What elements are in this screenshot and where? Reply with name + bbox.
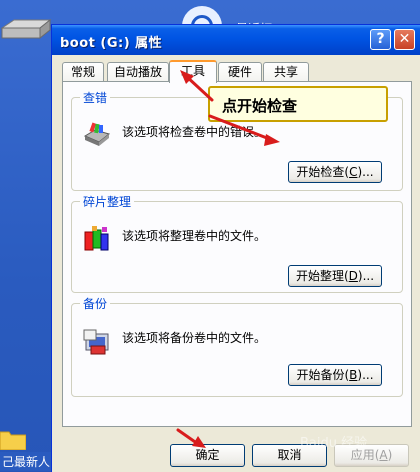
start-check-key: C xyxy=(349,165,358,179)
tab-sharing[interactable]: 共享 xyxy=(263,62,309,82)
instruction-callout: 点开始检查 xyxy=(208,86,388,122)
start-check-label: 开始检查 xyxy=(296,165,345,179)
close-button[interactable]: ✕ xyxy=(394,29,415,50)
start-defrag-button[interactable]: 开始整理(D)... xyxy=(288,265,382,287)
tab-autoplay[interactable]: 自动播放 xyxy=(107,62,169,82)
group-title-defrag: 碎片整理 xyxy=(80,193,135,210)
backup-icon xyxy=(83,329,109,355)
folder-icon[interactable] xyxy=(0,428,26,450)
ok-button[interactable]: 确定 xyxy=(170,444,245,467)
start-defrag-label: 开始整理 xyxy=(295,269,344,283)
start-backup-suffix: ... xyxy=(362,368,374,382)
group-desc-backup: 该选项将备份卷中的文件。 xyxy=(122,331,267,345)
group-desc-defrag: 该选项将整理卷中的文件。 xyxy=(122,229,267,243)
folder-label[interactable]: 己最新人 xyxy=(0,452,53,471)
backup-group: 备份 该选项将备份卷中的文件。 开始备份(B)... xyxy=(71,295,403,397)
check-disk-icon xyxy=(83,122,111,146)
group-desc-check: 该选项将检查卷中的错误。 xyxy=(122,125,267,139)
start-backup-label: 开始备份 xyxy=(296,368,345,382)
start-backup-key: B xyxy=(349,368,358,382)
tab-hardware[interactable]: 硬件 xyxy=(218,62,262,82)
help-button[interactable]: ? xyxy=(370,29,391,50)
tab-general[interactable]: 常规 xyxy=(62,62,104,82)
start-defrag-suffix: ... xyxy=(362,269,375,283)
start-check-suffix: ... xyxy=(362,165,374,179)
drive-icon[interactable] xyxy=(0,16,52,42)
callout-text: 点开始检查 xyxy=(222,97,298,115)
start-backup-button[interactable]: 开始备份(B)... xyxy=(288,364,382,386)
tab-tools[interactable]: 工具 xyxy=(169,60,217,83)
group-title-check: 查错 xyxy=(80,89,111,106)
tools-panel: 查错 该选项将检查卷中的错误。 开始检查(C)... 碎片整理 该选项将整理卷中… xyxy=(62,81,412,427)
window-title: boot (G:) 属性 xyxy=(60,36,163,51)
start-defrag-key: D xyxy=(348,269,358,283)
defrag-group: 碎片整理 该选项将整理卷中的文件。 开始整理(D)... xyxy=(71,193,403,293)
apply-key: A xyxy=(379,448,388,462)
title-bar[interactable]: boot (G:) 属性 ? ✕ xyxy=(52,25,420,55)
start-check-button[interactable]: 开始检查(C)... xyxy=(288,161,382,183)
watermark: Baidu 经验 xyxy=(300,436,368,451)
group-title-backup: 备份 xyxy=(80,295,111,312)
defrag-icon xyxy=(84,226,109,251)
